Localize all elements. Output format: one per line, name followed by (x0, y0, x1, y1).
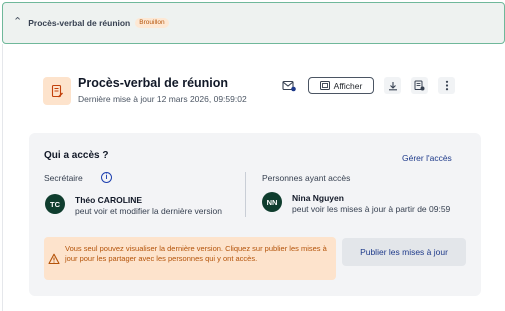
download-icon (388, 81, 397, 90)
warning-icon (48, 253, 60, 265)
view-button[interactable]: Afficher (308, 77, 374, 94)
last-update-text: Dernière mise à jour 12 mars 2026, 09:59… (78, 94, 247, 104)
mail-icon (282, 80, 296, 92)
avatar: NN (262, 192, 282, 212)
status-badge: Brouillon (135, 17, 169, 29)
more-vertical-icon (445, 80, 448, 91)
preview-icon (319, 81, 330, 90)
more-options-button[interactable] (438, 77, 455, 94)
secretary-label: Secrétaire (44, 173, 83, 183)
access-title: Qui a accès ? (44, 150, 109, 161)
person-permission: peut voir les mises à jour à partir de 0… (292, 204, 451, 214)
view-button-label: Afficher (333, 80, 363, 91)
chevron-up-icon: ⌃ (13, 15, 23, 28)
avatar: TC (45, 194, 65, 214)
secretary-permission: peut voir et modifier la dernière versio… (75, 206, 222, 216)
secretary-name: Théo CAROLINE (75, 195, 143, 205)
export-pdf-button[interactable] (411, 77, 428, 94)
download-button[interactable] (384, 77, 401, 94)
warning-text: Vous seul pouvez visualiser la dernière … (65, 244, 327, 263)
info-icon[interactable]: i (101, 172, 112, 183)
document-icon (43, 77, 71, 105)
manage-access-link[interactable]: Gérer l'accès (402, 153, 452, 163)
publish-updates-button[interactable]: Publier les mises à jour (342, 238, 466, 266)
person-name: Nina Nguyen (292, 193, 344, 203)
accordion-title: Procès-verbal de réunion (28, 18, 131, 28)
accordion-header[interactable]: ⌃ Procès-verbal de réunion Brouillon (2, 2, 505, 44)
column-divider (245, 172, 246, 217)
people-label: Personnes ayant accès (262, 173, 351, 183)
page-title: Procès-verbal de réunion (78, 76, 229, 90)
document-settings-icon (414, 80, 425, 91)
send-email-button[interactable] (280, 78, 298, 94)
